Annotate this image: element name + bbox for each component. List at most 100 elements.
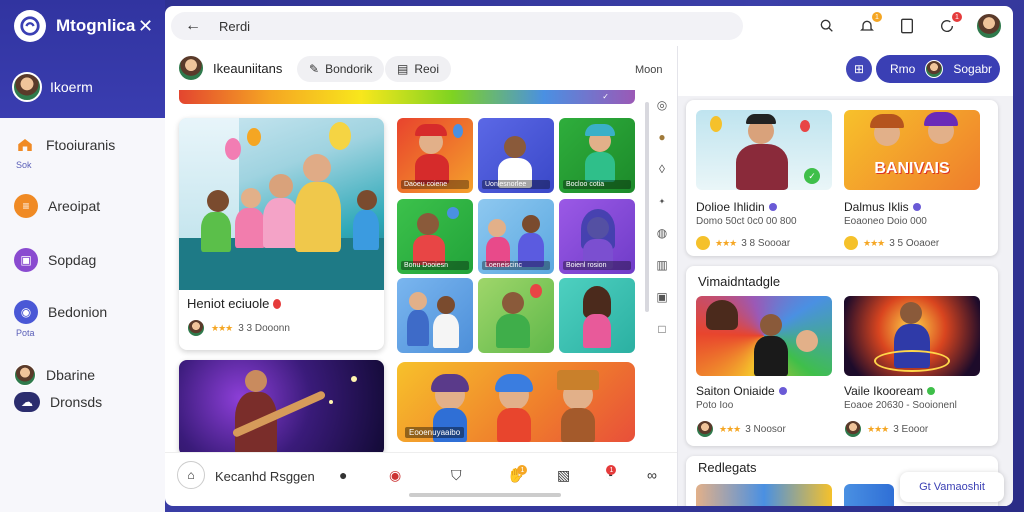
video-tile[interactable]: Bocloo cotia: [559, 118, 635, 193]
feature-card[interactable]: Heniot eciuole ★★★ 3 3 Dooonn: [179, 118, 384, 350]
app-name: Mtognlica: [56, 16, 136, 35]
tile-label: Bocloo cotia: [563, 180, 631, 189]
avatar: [12, 72, 42, 102]
video-tile[interactable]: Uonlesnorlee: [478, 118, 554, 193]
book-icon[interactable]: ▥: [653, 256, 671, 274]
more-link[interactable]: Moon: [635, 64, 663, 76]
shield-icon[interactable]: ⛉: [451, 467, 462, 484]
rainbow-banner: ✓: [179, 90, 635, 104]
tile-label: Bonu Dooiesn: [401, 261, 469, 270]
horizontal-scrollbar[interactable]: [409, 493, 561, 497]
notification-badge: 1: [606, 465, 617, 475]
hand-icon[interactable]: ✋ 1: [507, 465, 528, 484]
sidebar-item-list[interactable]: ≡ Areoipat: [14, 194, 100, 218]
verified-icon: [768, 203, 777, 211]
check-icon: ✓: [602, 92, 609, 101]
sidebar-item-label: Bedonion: [48, 304, 108, 320]
channel-info[interactable]: Ikeauniitans: [177, 54, 282, 82]
video-thumbnail[interactable]: [696, 296, 832, 376]
video-subtitle: Domo 50ct 0c0 00 800: [696, 216, 797, 227]
feature-thumbnail: [179, 118, 384, 290]
floating-action-button[interactable]: Gt Vamaoshit: [900, 472, 1004, 502]
image-icon[interactable]: ▣: [653, 288, 671, 306]
video-thumbnail[interactable]: [844, 484, 894, 506]
sidebar-item-cloud[interactable]: ☁ Dronsds: [14, 392, 102, 412]
video-tile[interactable]: Boienl rosion: [559, 199, 635, 274]
avatar: [925, 60, 944, 78]
channel-secondary-button[interactable]: ▤ Reoi: [385, 56, 452, 82]
glasses-icon[interactable]: ∞: [647, 467, 657, 483]
sidebar-nav: Ftooiuranis Sok ≡ Areoipat ▣ Sopdag ◉ Be…: [0, 118, 165, 512]
sidebar-item-home[interactable]: Ftooiuranis: [14, 134, 115, 156]
tile-label: Daoeu coiene: [401, 180, 469, 189]
profile-name: Ikoerm: [50, 79, 93, 95]
timer-icon[interactable]: ◔ 1: [605, 465, 617, 483]
wide-video-tile[interactable]: Eooenuyaaibo: [397, 362, 635, 442]
top-bar: ← 1 1: [165, 6, 1013, 46]
search-icon[interactable]: [815, 14, 839, 38]
banner-text: BANIVAIS: [874, 160, 950, 177]
chart-icon[interactable]: ▧: [557, 467, 570, 484]
square-icon[interactable]: □: [653, 320, 671, 338]
video-thumbnail[interactable]: BANIVAIS: [844, 110, 980, 190]
video-meta: ★★★ 3 Noosor: [696, 420, 786, 438]
star-rating-icon: ★★★: [867, 423, 889, 434]
video-subtitle: Poto Ioo: [696, 400, 734, 411]
live-dot-icon: [273, 298, 282, 309]
music-card[interactable]: [179, 360, 384, 456]
feature-meta: ★★★ 3 3 Dooonn: [187, 319, 376, 337]
back-arrow-icon[interactable]: ←: [185, 17, 201, 35]
video-tile[interactable]: [559, 278, 635, 353]
sidebar-item-user[interactable]: Dbarine: [14, 364, 95, 386]
video-tile[interactable]: Daoeu coiene: [397, 118, 473, 193]
star-rating-icon: ★★★: [719, 423, 741, 434]
sidebar-item-shop[interactable]: ▣ Sopdag: [14, 248, 96, 272]
tablet-icon[interactable]: [895, 14, 919, 38]
video-title-text: Dolioe Ihlidin: [696, 200, 765, 214]
search-bar[interactable]: ←: [171, 12, 743, 40]
avatar: [14, 364, 36, 386]
refresh-icon[interactable]: 1: [935, 12, 962, 38]
video-subtitle: Eoaoe 20630 - Sooionenl: [844, 400, 957, 411]
channel-action-button[interactable]: ✎ Bondorik: [297, 56, 385, 82]
search-input[interactable]: [219, 18, 519, 34]
video-tile[interactable]: [478, 278, 554, 353]
section-title: Redlegats: [698, 460, 757, 475]
sidebar-profile[interactable]: Ikoerm: [12, 72, 93, 102]
user-avatar[interactable]: [975, 12, 1003, 40]
home-button-icon[interactable]: ⌂: [177, 461, 205, 489]
profile-button-label: Rmo: [890, 62, 916, 76]
video-thumbnail[interactable]: ✓: [696, 110, 832, 190]
coin-icon[interactable]: ●: [653, 128, 671, 146]
face-icon[interactable]: ◉: [389, 467, 401, 484]
drop-icon[interactable]: ◊: [653, 160, 671, 178]
vertical-scrollbar[interactable]: [645, 102, 649, 312]
sidebar-item-chat[interactable]: ◉ Bedonion: [14, 300, 107, 324]
video-subtitle: Eoaoneo Doio 000: [844, 216, 927, 227]
video-title: Dolioe Ihlidin: [696, 200, 777, 214]
bell-icon[interactable]: 1: [855, 12, 882, 38]
pin-icon[interactable]: ✦: [653, 192, 671, 210]
star-rating-icon: ★★★: [715, 237, 737, 248]
sidebar-item-label: Areoipat: [48, 198, 101, 214]
sidebar-item-label: Sopdag: [48, 252, 97, 268]
grid-icon[interactable]: ⊞: [846, 56, 872, 82]
video-tile[interactable]: [397, 278, 473, 353]
video-thumbnail[interactable]: [696, 484, 832, 506]
tile-label: Uonlesnorlee: [482, 180, 550, 189]
notification-badge: 1: [872, 12, 882, 22]
brand[interactable]: Mtognlica: [14, 10, 135, 42]
globe-icon[interactable]: ◍: [653, 224, 671, 242]
video-thumbnail[interactable]: [844, 296, 980, 376]
video-tile[interactable]: Loeneiscinc: [478, 199, 554, 274]
home-icon: [14, 134, 36, 156]
right-pane: ⊞ Rmo Sogabr ✓ BANIVAIS Dolioe Ihlidin D…: [677, 46, 1013, 506]
target-icon[interactable]: ◎: [653, 96, 671, 114]
coin-icon[interactable]: ●: [339, 467, 347, 483]
video-meta-text: 3 Noosor: [745, 423, 786, 435]
video-tile[interactable]: Bonu Dooiesn: [397, 199, 473, 274]
online-icon: [927, 387, 936, 395]
close-icon[interactable]: ✕: [138, 16, 153, 37]
verified-icon: [778, 387, 787, 395]
profile-button[interactable]: Rmo Sogabr: [876, 55, 1000, 83]
